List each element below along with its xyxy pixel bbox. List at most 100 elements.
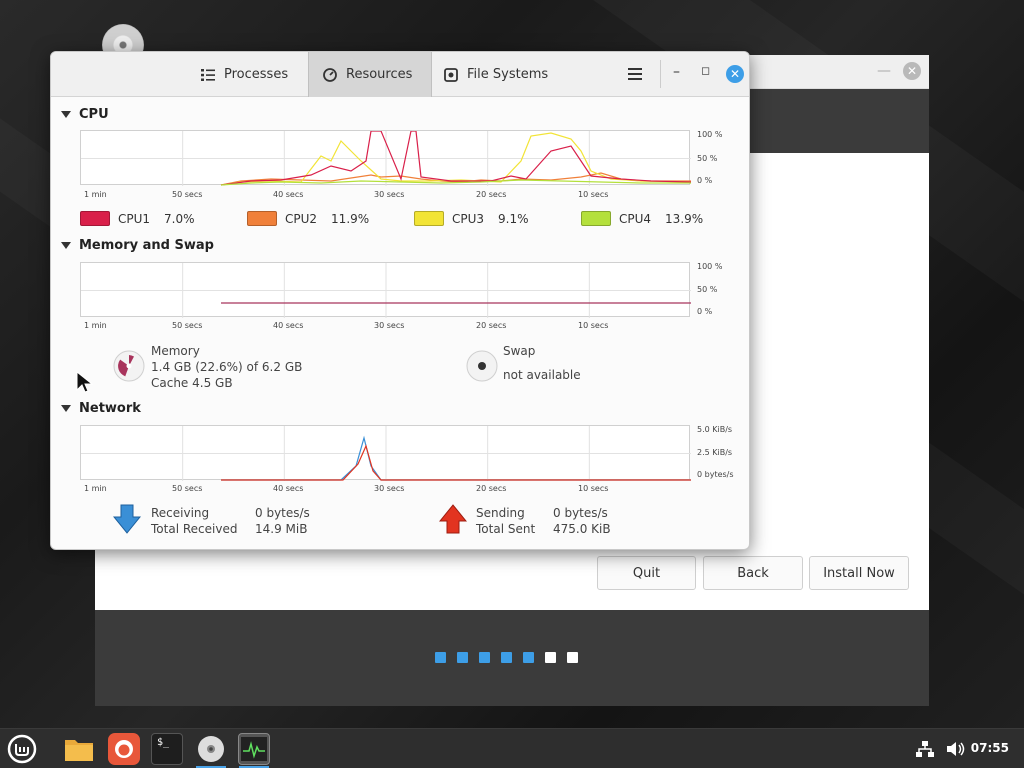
memory-pie-icon <box>113 350 145 382</box>
progress-dot <box>457 652 468 663</box>
clock[interactable]: 07:55 <box>971 741 1009 755</box>
sending-labels: Sending Total Sent <box>476 505 535 537</box>
receiving-labels: Receiving Total Received <box>151 505 237 537</box>
color-swatch[interactable] <box>247 211 277 226</box>
receiving-values: 0 bytes/s 14.9 MiB <box>255 505 310 537</box>
total-received-label: Total Received <box>151 522 238 536</box>
xtick-label: 50 secs <box>172 190 203 199</box>
progress-dot <box>545 652 556 663</box>
receiving-label: Receiving <box>151 506 210 520</box>
xtick-label: 40 secs <box>273 321 304 330</box>
legend-cpu2[interactable]: CPU2 11.9% <box>247 211 369 226</box>
xtick-label: 1 min <box>84 190 107 199</box>
xtick-label: 30 secs <box>374 484 405 493</box>
collapse-triangle-icon <box>61 242 71 249</box>
progress-dot <box>501 652 512 663</box>
mint-menu-icon[interactable] <box>6 733 38 765</box>
receiving-value: 0 bytes/s <box>255 506 310 520</box>
collapse-triangle-icon <box>61 405 71 412</box>
header-separator <box>660 60 661 88</box>
memory-info: Memory 1.4 GB (22.6%) of 6.2 GB Cache 4.… <box>151 343 302 391</box>
color-swatch[interactable] <box>80 211 110 226</box>
close-icon[interactable]: ✕ <box>726 65 744 83</box>
tab-resources-label: Resources <box>346 67 413 82</box>
progress-dot <box>523 652 534 663</box>
color-swatch[interactable] <box>581 211 611 226</box>
network-ytick: 0 bytes/s <box>697 470 734 479</box>
network-ytick: 2.5 KiB/s <box>697 448 733 457</box>
hamburger-icon[interactable] <box>628 68 642 80</box>
sending-series-line <box>221 444 691 481</box>
memory-graph <box>80 262 691 318</box>
back-button[interactable]: Back <box>703 556 803 590</box>
network-section-title[interactable]: Network <box>61 401 141 416</box>
memory-section-title[interactable]: Memory and Swap <box>61 238 214 253</box>
sending-values: 0 bytes/s 475.0 KiB <box>553 505 611 537</box>
quit-button[interactable]: Quit <box>597 556 696 590</box>
taskbar: $_ 07:55 <box>0 728 1024 768</box>
xtick-label: 1 min <box>84 321 107 330</box>
minimize-icon[interactable]: – <box>673 64 680 80</box>
network-tray-icon[interactable] <box>916 741 934 757</box>
legend-cpu3[interactable]: CPU3 9.1% <box>414 211 529 226</box>
gauge-icon <box>323 67 337 82</box>
sending-label: Sending <box>476 506 525 520</box>
upload-arrow-icon <box>439 504 467 534</box>
xtick-label: 20 secs <box>476 321 507 330</box>
color-swatch[interactable] <box>414 211 444 226</box>
network-ytick: 5.0 KiB/s <box>697 425 733 434</box>
legend-value: 13.9% <box>665 211 704 226</box>
memory-title: Memory and Swap <box>79 238 214 253</box>
close-icon[interactable]: ✕ <box>903 62 921 80</box>
cpu-section-title[interactable]: CPU <box>61 107 109 122</box>
xtick-label: 10 secs <box>578 190 609 199</box>
memory-usage: 1.4 GB (22.6%) of 6.2 GB <box>151 360 303 374</box>
legend-cpu1[interactable]: CPU1 7.0% <box>80 211 195 226</box>
xtick-label: 30 secs <box>374 321 405 330</box>
total-sent-value: 475.0 KiB <box>553 522 611 536</box>
cpu-ytick: 50 % <box>697 154 718 163</box>
memory-ytick: 50 % <box>697 285 718 294</box>
tab-processes-label: Processes <box>224 67 289 82</box>
progress-dot <box>479 652 490 663</box>
files-icon[interactable] <box>63 733 95 765</box>
list-icon <box>201 68 215 81</box>
swap-pie-icon <box>466 350 498 382</box>
xtick-label: 50 secs <box>172 321 203 330</box>
mouse-cursor-icon <box>76 371 94 393</box>
network-graph <box>80 425 691 481</box>
legend-cpu4[interactable]: CPU4 13.9% <box>581 211 703 226</box>
maximize-icon[interactable]: ◻ <box>701 64 710 77</box>
tab-resources[interactable]: Resources <box>308 52 432 97</box>
download-arrow-icon <box>113 504 141 534</box>
xtick-label: 10 secs <box>578 321 609 330</box>
xtick-label: 20 secs <box>476 484 507 493</box>
total-received-value: 14.9 MiB <box>255 522 308 536</box>
collapse-triangle-icon <box>61 111 71 118</box>
xtick-label: 40 secs <box>273 190 304 199</box>
cpu-graph <box>80 130 691 186</box>
headerbar: Processes Resources File Systems – ◻ ✕ <box>51 52 749 97</box>
minimize-icon[interactable]: — <box>877 63 891 79</box>
disk-icon <box>444 67 458 82</box>
legend-name: CPU4 <box>619 211 652 226</box>
disc-icon[interactable] <box>195 733 227 765</box>
receiving-series-line <box>221 435 691 481</box>
cpu-graph-plot <box>81 131 691 186</box>
xtick-label: 20 secs <box>476 190 507 199</box>
progress-dot <box>435 652 446 663</box>
install-now-button[interactable]: Install Now <box>809 556 909 590</box>
terminal-icon[interactable]: $_ <box>151 733 183 765</box>
legend-name: CPU1 <box>118 211 151 226</box>
cpu-ytick: 0 % <box>697 176 713 185</box>
system-monitor-icon[interactable] <box>238 733 270 765</box>
network-graph-plot <box>81 426 691 481</box>
tab-file-systems-label: File Systems <box>467 67 549 82</box>
firefox-icon[interactable] <box>108 733 140 765</box>
installer-progress <box>435 652 578 663</box>
tab-file-systems[interactable]: File Systems <box>444 52 579 97</box>
cpu-title: CPU <box>79 107 109 122</box>
volume-icon[interactable] <box>946 741 966 757</box>
tab-processes[interactable]: Processes <box>199 52 307 97</box>
legend-value: 11.9% <box>331 211 370 226</box>
